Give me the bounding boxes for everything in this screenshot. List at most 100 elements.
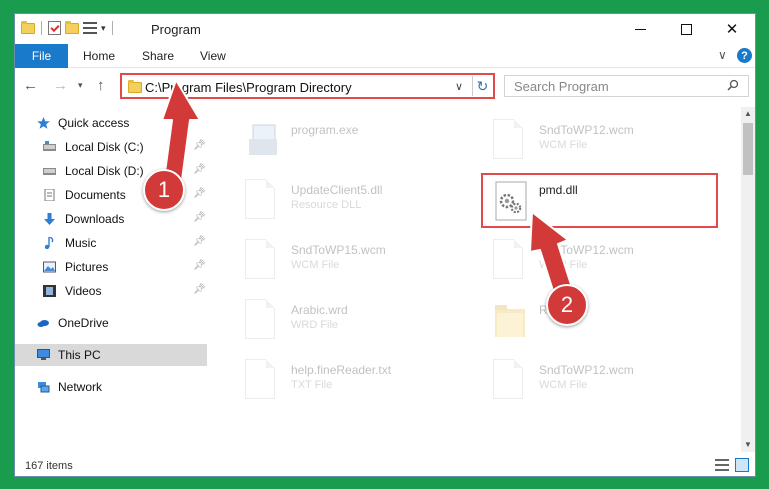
sidebar-item-label: Network [58,380,103,394]
tab-share[interactable]: Share [142,44,174,68]
close-icon: ✕ [725,21,739,38]
drive-icon [43,168,56,175]
sidebar-item-quick-access[interactable]: Quick access [15,112,207,134]
sidebar-item-label: This PC [58,348,101,362]
minimize-button[interactable] [617,14,663,44]
sidebar-item-videos[interactable]: Videos 📌︎ [15,280,207,302]
up-arrow-icon[interactable]: ↑ [97,77,105,94]
recent-locations-icon[interactable]: ▾ [78,80,83,91]
search-box[interactable] [504,75,749,97]
file-name: Arabic.wrd [291,303,348,317]
pin-icon[interactable]: 📌︎ [193,140,206,151]
help-icon[interactable]: ? [737,48,752,63]
vertical-scrollbar[interactable]: ▲ ▼ [741,107,755,452]
file-name: SndToWP12.wcm [539,363,634,377]
sidebar-item-label: Videos [65,284,102,298]
window-title: Program [151,22,201,37]
file-type: TXT File [291,379,333,391]
sidebar-item-label: Local Disk (C:) [65,140,144,154]
explorer-window: ▾ Program ✕ File Home Share View ∨ ? ← →… [14,13,756,477]
chevron-down-icon[interactable]: ∨ [455,80,463,93]
search-input[interactable] [505,76,720,96]
ribbon: File Home Share View ∨ ? [15,44,755,68]
maximize-button[interactable] [663,14,709,44]
minimize-icon [634,28,646,30]
pin-icon[interactable]: 📌︎ [193,212,206,223]
back-arrow-icon[interactable]: ← [23,77,38,94]
sidebar-item-onedrive[interactable]: OneDrive [15,312,207,334]
status-bar: 167 items [15,454,755,476]
file-item[interactable]: Arabic.wrd WRD File [245,297,485,347]
customize-toolbar-icon[interactable]: ▾ [101,23,106,34]
pin-icon[interactable]: 📌︎ [193,284,206,295]
search-icon[interactable] [727,79,739,91]
star-icon [37,117,50,129]
new-folder-icon[interactable] [65,20,79,34]
file-item[interactable]: UpdateClient5.dll Resource DLL [245,177,485,227]
quick-access-toolbar: ▾ [21,20,115,35]
pin-icon[interactable]: 📌︎ [193,188,206,199]
details-view-icon[interactable] [715,459,729,471]
sidebar-item-this-pc[interactable]: This PC [15,344,207,366]
file-type: WCM File [291,259,340,271]
network-icon [38,382,50,393]
tab-file[interactable]: File [15,44,68,68]
sidebar-item-label: Local Disk (D:) [65,164,144,178]
address-path[interactable]: C:\Program Files\Program Directory [145,80,352,95]
file-item[interactable]: SndToWP12.wcm WCM File [493,117,733,167]
folder-icon [495,305,525,337]
file-item[interactable]: SndToWP15.wcm WCM File [245,237,485,287]
close-button[interactable]: ✕ [709,14,755,44]
step-badge-2: 2 [546,284,588,326]
tab-view[interactable]: View [200,44,226,68]
folder-icon [128,80,142,93]
sidebar-item-downloads[interactable]: Downloads 📌︎ [15,208,207,230]
file-item[interactable]: program.exe [245,117,485,167]
monitor-icon [37,349,50,360]
file-item[interactable]: Res [493,297,733,347]
pin-icon[interactable]: 📌︎ [193,260,206,271]
download-icon [44,213,55,225]
file-list: program.exe SndToWP12.wcm WCM File Updat… [209,107,741,452]
document-icon [245,299,281,343]
tab-home[interactable]: Home [83,44,115,68]
file-item[interactable]: help.fineReader.txt TXT File [245,357,485,407]
cloud-icon [37,320,49,327]
pictures-icon [43,261,56,273]
sidebar-item-local-disk-c[interactable]: Local Disk (C:) 📌︎ [15,136,207,158]
maximize-icon [680,23,692,35]
drive-icon [43,141,56,151]
file-item[interactable]: SndToWP12.wcm WCM File [493,237,733,287]
file-item[interactable]: SndToWP12.wcm WCM File [493,357,733,407]
sidebar-item-pictures[interactable]: Pictures 📌︎ [15,256,207,278]
view-icon[interactable] [83,22,97,34]
dll-file-icon [245,179,281,223]
navigation-pane: Quick access Local Disk (C:) 📌︎ Local Di… [15,107,207,452]
documents-icon [44,189,55,201]
pin-icon[interactable]: 📌︎ [193,236,206,247]
scroll-up-icon[interactable]: ▲ [744,109,752,118]
expand-ribbon-icon[interactable]: ∨ [718,48,727,62]
sidebar-item-music[interactable]: Music 📌︎ [15,232,207,254]
address-bar[interactable]: C:\Program Files\Program Directory ∨ ↻ [120,73,495,99]
file-type: WCM File [539,379,588,391]
scrollbar-thumb[interactable] [743,123,753,175]
file-name: SndToWP15.wcm [291,243,386,257]
sidebar-item-label: Documents [65,188,126,202]
document-icon [245,239,281,283]
sidebar-item-network[interactable]: Network [15,376,207,398]
document-icon [493,239,529,283]
highlight-box [481,173,718,228]
sidebar-item-label: Quick access [58,116,130,130]
large-icons-view-icon[interactable] [735,458,749,472]
pin-icon[interactable]: 📌︎ [193,164,206,175]
properties-icon[interactable] [48,21,61,35]
forward-arrow-icon[interactable]: → [53,77,68,94]
file-type: WCM File [539,139,588,151]
scroll-down-icon[interactable]: ▼ [744,440,752,449]
folder-icon[interactable] [21,20,35,34]
refresh-icon[interactable]: ↻ [472,76,492,96]
file-type: Resource DLL [291,199,362,211]
document-icon [493,359,529,403]
toolbar-separator [41,21,42,35]
